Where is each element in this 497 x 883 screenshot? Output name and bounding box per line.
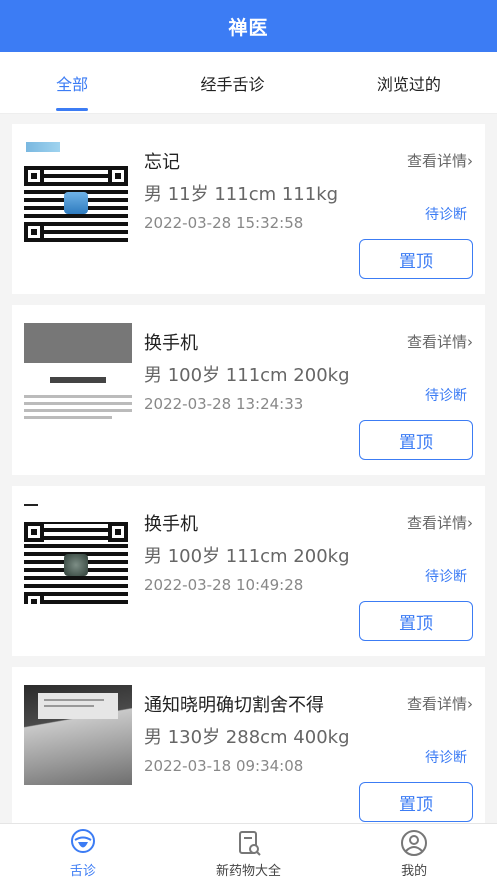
view-details-link[interactable]: 查看详情› bbox=[407, 512, 473, 533]
record-title: 通知晓明确切割舍不得 bbox=[144, 695, 324, 716]
status-badge: 待诊断 bbox=[425, 388, 467, 404]
view-details-label: 查看详情 bbox=[406, 333, 467, 351]
page-title: 禅医 bbox=[228, 16, 269, 39]
chevron-right-icon: › bbox=[467, 333, 473, 351]
tab-browsed[interactable]: 浏览过的 bbox=[373, 65, 445, 101]
pin-button[interactable]: 置顶 bbox=[359, 782, 473, 822]
medicine-book-icon bbox=[238, 830, 261, 856]
chevron-right-icon: › bbox=[467, 514, 473, 532]
tab-all[interactable]: 全部 bbox=[52, 65, 92, 101]
status-badge: 待诊断 bbox=[425, 207, 467, 223]
chevron-right-icon: › bbox=[467, 695, 473, 713]
pin-button[interactable]: 置顶 bbox=[359, 420, 473, 460]
nav-label: 新药物大全 bbox=[216, 863, 282, 879]
record-time: 2022-03-28 10:49:28 bbox=[144, 576, 304, 594]
view-details-link[interactable]: 查看详情› bbox=[407, 693, 473, 714]
patient-info: 男 100岁 111cm 200kg bbox=[144, 546, 350, 567]
nav-label: 舌诊 bbox=[69, 863, 96, 879]
filter-tabs: 全部 经手舌诊 浏览过的 bbox=[0, 52, 497, 114]
record-time: 2022-03-28 13:24:33 bbox=[144, 395, 304, 413]
view-details-label: 查看详情 bbox=[406, 152, 467, 170]
view-details-link[interactable]: 查看详情› bbox=[407, 150, 473, 171]
status-badge: 待诊断 bbox=[425, 750, 467, 766]
tongue-icon bbox=[70, 828, 95, 853]
pin-button[interactable]: 置顶 bbox=[359, 239, 473, 279]
laptop-photo-thumbnail bbox=[24, 685, 132, 785]
record-card[interactable]: 通知晓明确切割舍不得 男 130岁 288cm 400kg 2022-03-18… bbox=[12, 667, 485, 837]
nav-medicine-encyclopedia[interactable]: 新药物大全 bbox=[166, 824, 332, 883]
record-title: 忘记 bbox=[144, 152, 180, 173]
document-photo-thumbnail bbox=[24, 323, 132, 423]
view-details-label: 查看详情 bbox=[406, 695, 467, 713]
status-badge: 待诊断 bbox=[425, 569, 467, 585]
app-header: 禅医 bbox=[0, 0, 497, 52]
patient-info: 男 11岁 111cm 111kg bbox=[144, 184, 339, 205]
record-time: 2022-03-18 09:34:08 bbox=[144, 757, 304, 775]
user-icon bbox=[401, 829, 428, 856]
qr-thumbnail bbox=[24, 142, 132, 242]
record-card[interactable]: 换手机 男 100岁 111cm 200kg 2022-03-28 10:49:… bbox=[12, 486, 485, 656]
patient-info: 男 100岁 111cm 200kg bbox=[144, 365, 350, 386]
nav-label: 我的 bbox=[401, 863, 428, 879]
nav-tongue-diagnosis[interactable]: 舌诊 bbox=[0, 824, 166, 883]
record-list: 忘记 男 11岁 111cm 111kg 2022-03-28 15:32:58… bbox=[12, 124, 485, 848]
bottom-nav: 舌诊 新药物大全 我的 bbox=[0, 823, 497, 883]
view-details-link[interactable]: 查看详情› bbox=[407, 331, 473, 352]
tab-handled-tongue-diagnosis[interactable]: 经手舌诊 bbox=[196, 65, 268, 101]
qr-thumbnail bbox=[24, 504, 132, 604]
chevron-right-icon: › bbox=[467, 152, 473, 170]
patient-info: 男 130岁 288cm 400kg bbox=[144, 727, 350, 748]
view-details-label: 查看详情 bbox=[406, 514, 467, 532]
record-time: 2022-03-28 15:32:58 bbox=[144, 214, 304, 232]
record-title: 换手机 bbox=[144, 514, 198, 535]
nav-profile[interactable]: 我的 bbox=[331, 824, 497, 883]
record-card[interactable]: 换手机 男 100岁 111cm 200kg 2022-03-28 13:24:… bbox=[12, 305, 485, 475]
record-card[interactable]: 忘记 男 11岁 111cm 111kg 2022-03-28 15:32:58… bbox=[12, 124, 485, 294]
pin-button[interactable]: 置顶 bbox=[359, 601, 473, 641]
record-title: 换手机 bbox=[144, 333, 198, 354]
